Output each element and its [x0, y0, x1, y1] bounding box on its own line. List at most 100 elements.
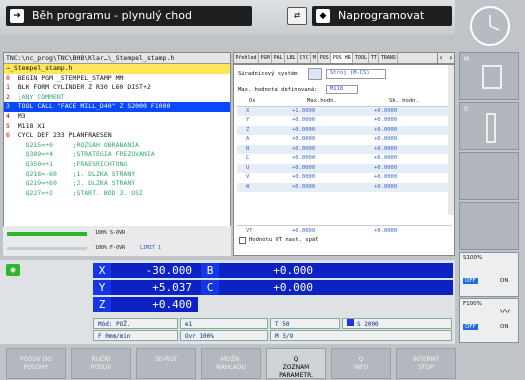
axis-value: +0.000 [273, 281, 313, 294]
program-line[interactable]: 0 BEGIN PGM _STEMPEL_STAMP MM [4, 74, 230, 84]
s-override-label: 100% S-OVR [95, 230, 126, 236]
axis-letter: B [201, 263, 219, 278]
tab-pos-hr[interactable]: POS HR [331, 53, 354, 63]
soft-key-7[interactable]: INTERNÝ STOP [396, 348, 456, 379]
program-line[interactable]: Q389=+4 ;STRATEGIA FREZOVANIA [4, 150, 230, 160]
program-lines[interactable]: →_Stempel_stamp.h 0 BEGIN PGM _STEMPEL_ST… [4, 64, 230, 198]
status-tabs[interactable]: Přehled PGM PAL LBL CYC M POS POS HR TOOL TT TRANS [233, 52, 455, 64]
program-path: TNC:\nc_prog\TNC\BHB\Klar…\_Stempel_stam… [4, 53, 230, 64]
tab-lbl[interactable]: LBL [285, 53, 299, 63]
mode-label: Mód: POŽ. [93, 318, 178, 329]
soft-key-4[interactable]: MOŽN. NÁHLADU [201, 348, 261, 379]
program-line[interactable]: 2 ;ANY COMMENT [4, 93, 230, 103]
max-value: +0.0000 [292, 145, 316, 152]
f-off-button[interactable]: OFF [463, 324, 478, 330]
vt-reset-checkbox[interactable] [239, 237, 246, 244]
sk-value: +0.0000 [374, 117, 398, 123]
max-defined-value: M118 [326, 85, 358, 94]
empty-soft-key-1[interactable] [459, 152, 519, 200]
table-row: B +0.0000 +0.0000 [237, 144, 452, 154]
program-line[interactable]: 3 TOOL CALL "FACE MILL_D40" Z S2000 F100… [4, 102, 230, 112]
s-override-bar [7, 232, 87, 236]
line-text: M3 [9, 111, 26, 120]
pos-scrollbar[interactable] [448, 65, 454, 215]
s-off-button[interactable]: OFF [463, 278, 478, 284]
max-value: +0.0000 [292, 155, 316, 161]
mode-header: ➔ Běh programu - plynulý chod ⇄ ◆ Naprogra… [0, 0, 455, 34]
tab-cyc[interactable]: CYC [298, 53, 312, 63]
clock-icon [470, 6, 510, 46]
axis: A [246, 136, 250, 142]
program-line[interactable]: 5 M118 X1 [4, 122, 230, 132]
program-line[interactable]: 4 M3 [4, 112, 230, 122]
axis-values: X -30.000 B +0.000 Y +5.037 C +0.000 Z +0.400 [93, 263, 453, 314]
tool-icon [482, 65, 502, 89]
max-value: +1.0000 [292, 107, 316, 114]
axis-row: X -30.000 B +0.000 [93, 263, 453, 278]
line-text: _Stempel_stamp.h [9, 64, 73, 72]
axis-value: -30.000 [145, 264, 192, 277]
program-line[interactable]: Q350=+1 ;FRAESRICHTUNG [4, 160, 230, 170]
soft-key-6[interactable]: Q INFO [331, 348, 391, 379]
program-line[interactable]: Q227=+2 ;START. BOD 3. OSI [4, 189, 230, 199]
axis: Y [246, 117, 250, 123]
tab-tt[interactable]: TT [369, 53, 380, 63]
program-line[interactable]: 6 CYCL DEF 233 PLANFRAESEN [4, 131, 230, 141]
s-ovr-value: S100% [463, 255, 483, 261]
program-mode-button[interactable]: ◆ Naprogramovat [312, 6, 452, 26]
program-line[interactable]: →_Stempel_stamp.h [4, 64, 230, 74]
table-row: C +0.0000 +0.0000 [237, 154, 452, 164]
line-text: BLK FORM CYLINDER Z R30 L60 DIST+2 [9, 83, 151, 92]
soft-key-3[interactable]: 3D-ROT [136, 348, 196, 379]
s-function-key[interactable]: S [459, 102, 519, 150]
axis: X [246, 107, 250, 114]
swap-icon[interactable]: ⇄ [287, 7, 307, 25]
program-line[interactable]: Q219=+60 ;2. DLZKA STRANY [4, 179, 230, 189]
spindle-override-panel: S100% OFF ON [459, 252, 519, 297]
spindle-label: S 2000 [342, 318, 452, 329]
soft-key-1[interactable]: POSUV DO POLOHY [6, 348, 66, 379]
tab-tool[interactable]: TOOL [353, 53, 370, 63]
max-value: +0.0000 [292, 183, 316, 190]
soft-key-5[interactable]: Q ZOZNAM PARAMETR. [266, 348, 326, 379]
feed-override-panel: F100% 〰 OFF ON [459, 298, 519, 343]
tab-pos[interactable]: POS [318, 53, 332, 63]
program-line[interactable]: 1 BLK FORM CYLINDER Z R30 L60 DIST+2 [4, 83, 230, 93]
ovr-label: Ovr 100% [180, 330, 268, 341]
override-status: 100% S-OVR 100% F-OVR LIMIT 1 [3, 226, 231, 256]
program-line[interactable]: Q218=-60 ;1. DLZKA STRANY [4, 170, 230, 180]
table-row: U +0.0000 +0.0000 [237, 163, 452, 173]
tab-pgm[interactable]: PGM [259, 53, 273, 63]
tab-přehled[interactable]: Přehled [234, 53, 260, 63]
max-value: +0.0000 [292, 164, 316, 171]
s-on-button[interactable]: ON [500, 278, 508, 284]
coord-system-value: Stroj (M-CS) [326, 69, 386, 79]
line-text: BEGIN PGM _STEMPEL_STAMP MM [9, 73, 124, 82]
tab-scroll-icon[interactable]: ‹ › [437, 52, 455, 64]
max-value: +0.0000 [292, 126, 316, 133]
feed-label: F 0mm/min [93, 330, 178, 341]
m-function-key[interactable]: M [459, 52, 519, 100]
run-mode-button[interactable]: ➔ Běh programu - plynulý chod [6, 6, 252, 26]
vt-sk: +0.0000 [374, 228, 398, 234]
f-on-button[interactable]: ON [500, 324, 508, 330]
table-rows: X +1.0000 +0.0000 Y +0.0000 +0.0000 Z +0.0000 +0… [237, 106, 452, 192]
axis-letter: Y [93, 280, 111, 295]
tab-trans[interactable]: TRANS [379, 53, 399, 63]
tab-m[interactable]: M [311, 53, 319, 63]
program-line[interactable]: Q215=+0 ;ROZSAH OBRABANIA [4, 141, 230, 151]
m-key-label: M [464, 56, 470, 63]
soft-key-2[interactable]: RUČNÍ POSUV [71, 348, 131, 379]
coord-system-label: Súradnicový systém [238, 71, 298, 77]
m-function-label: M 3/9 [270, 330, 452, 341]
empty-soft-key-2[interactable] [459, 202, 519, 250]
tab-pal[interactable]: PAL [272, 53, 286, 63]
col-sk: Sk. hodn. [389, 98, 419, 104]
soft-key-bar: POSUV DO POLOHY RUČNÍ POSUV 3D-ROT MOŽN. NÁ… [0, 346, 525, 380]
run-mode-icon: ➔ [10, 9, 24, 23]
axis: W [246, 183, 250, 190]
pos-hr-panel: Súradnicový systém Stroj (M-CS) Max. hod… [233, 64, 455, 256]
col-os: Os [249, 98, 256, 104]
tool-label: T 50 [270, 318, 340, 329]
vt-axis: VT [246, 228, 253, 234]
